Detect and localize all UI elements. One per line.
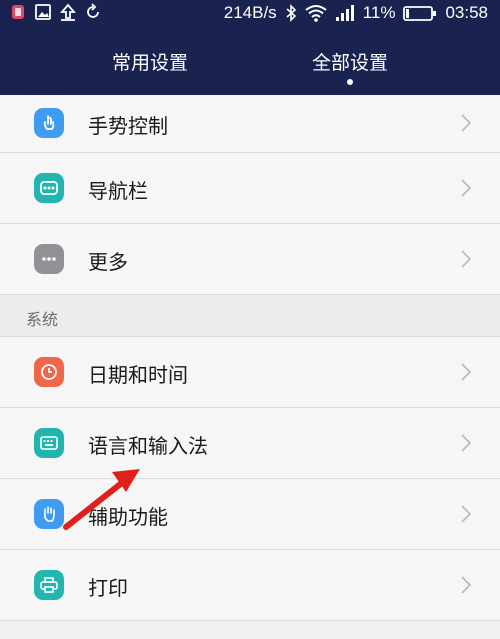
settings-item-label: 辅助功能 xyxy=(88,505,168,529)
settings-item-navigation-bar[interactable]: 导航栏 xyxy=(0,153,500,224)
navigation-bar-icon xyxy=(34,173,64,203)
section-title: 系统 xyxy=(26,310,59,329)
active-tab-indicator xyxy=(347,79,353,85)
more-icon xyxy=(34,244,64,274)
clock-time: 03:58 xyxy=(445,3,488,22)
settings-item-label: 语言和输入法 xyxy=(88,434,208,458)
bluetooth-icon xyxy=(286,4,296,22)
battery-icon xyxy=(403,6,437,21)
settings-item-label: 导航栏 xyxy=(88,179,148,203)
settings-list: 手势控制 导航栏 更多 系统 日期和时间 语言和输入法 辅助功能 打印 xyxy=(0,95,500,621)
signal-icon xyxy=(335,5,354,21)
settings-item-label: 打印 xyxy=(88,576,128,600)
settings-item-label: 手势控制 xyxy=(88,114,168,138)
chevron-right-icon xyxy=(461,250,472,268)
chevron-right-icon xyxy=(461,434,472,452)
settings-item-gesture[interactable]: 手势控制 xyxy=(0,95,500,153)
chevron-right-icon xyxy=(461,114,472,132)
battery-percent: 11% xyxy=(362,3,396,22)
image-icon xyxy=(35,4,51,20)
settings-item-date-time[interactable]: 日期和时间 xyxy=(0,337,500,408)
status-bar: 214B/s 11% 03:58 xyxy=(0,0,500,28)
chevron-right-icon xyxy=(461,576,472,594)
settings-item-more[interactable]: 更多 xyxy=(0,224,500,295)
settings-item-label: 更多 xyxy=(88,250,128,274)
clock-icon xyxy=(34,357,64,387)
printer-icon xyxy=(34,570,64,600)
settings-item-print[interactable]: 打印 xyxy=(0,550,500,621)
hand-icon xyxy=(34,499,64,529)
chevron-right-icon xyxy=(461,179,472,197)
tab-all-settings[interactable]: 全部设置 xyxy=(312,48,388,75)
upload-icon xyxy=(60,3,76,21)
chevron-right-icon xyxy=(461,363,472,381)
settings-item-language-input[interactable]: 语言和输入法 xyxy=(0,408,500,479)
gesture-icon xyxy=(34,108,64,138)
network-speed: 214B/s xyxy=(223,3,277,22)
wifi-icon xyxy=(305,5,327,22)
chevron-right-icon xyxy=(461,505,472,523)
settings-item-label: 日期和时间 xyxy=(88,363,188,387)
app-notification-icon xyxy=(12,5,24,19)
settings-item-accessibility[interactable]: 辅助功能 xyxy=(0,479,500,550)
tab-common-settings[interactable]: 常用设置 xyxy=(112,48,188,75)
settings-screen: 214B/s 11% 03:58 常用设置 全部设置 手势控制 导航栏 更多 系… xyxy=(0,0,500,639)
keyboard-icon xyxy=(34,428,64,458)
sync-icon xyxy=(87,3,99,18)
settings-tab-bar: 常用设置 全部设置 xyxy=(0,28,500,95)
section-header-system: 系统 xyxy=(0,295,500,337)
